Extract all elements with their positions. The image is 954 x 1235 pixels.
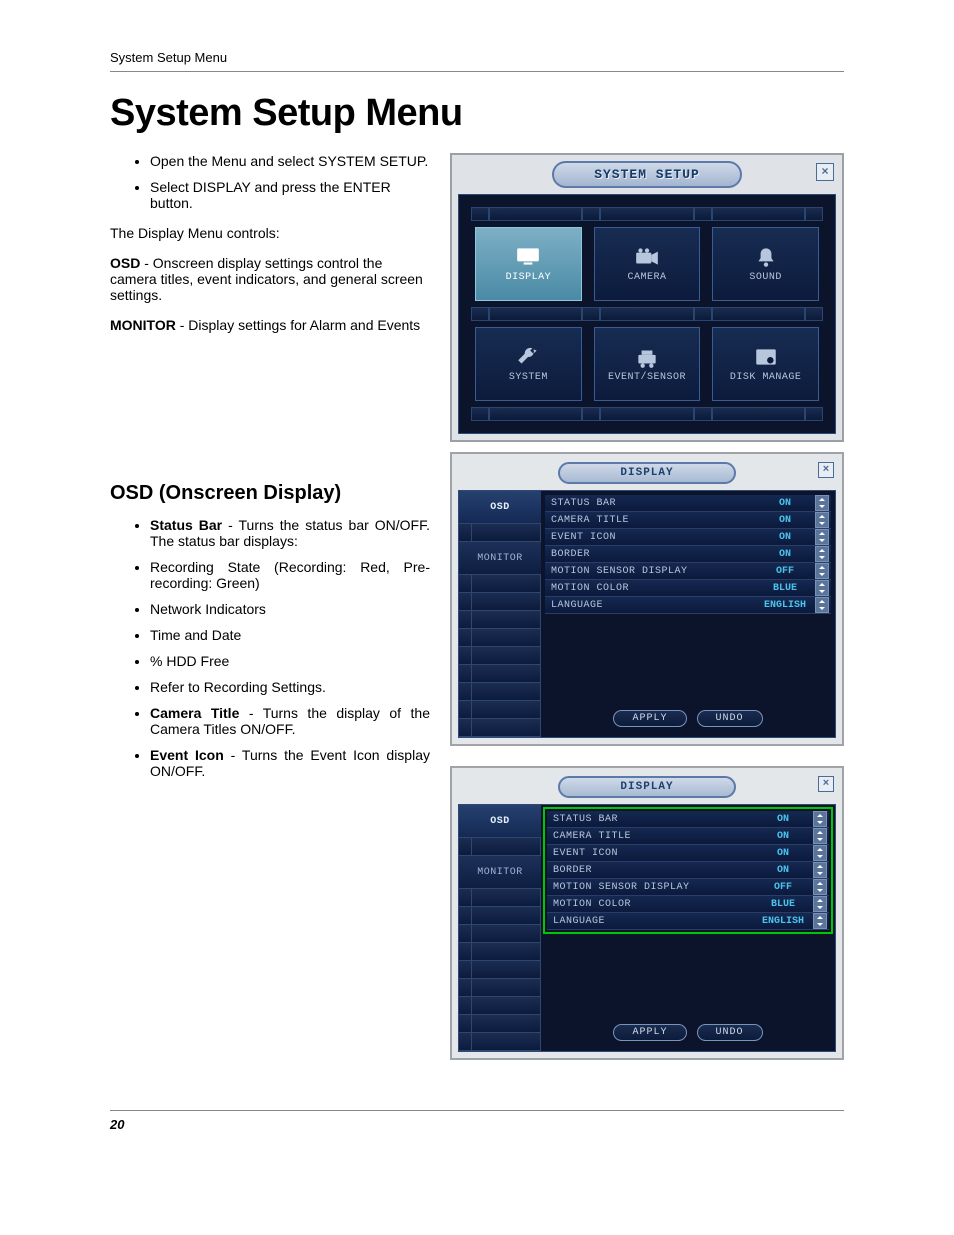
tile-label: SOUND: [749, 272, 782, 283]
tab-monitor[interactable]: MONITOR: [459, 856, 541, 889]
spinner-icon[interactable]: [813, 896, 827, 912]
opt-event-icon[interactable]: EVENT ICONON: [547, 845, 829, 862]
opt-event-icon[interactable]: EVENT ICONON: [545, 529, 831, 546]
tab-osd[interactable]: OSD: [459, 491, 541, 524]
disk-icon: [752, 346, 780, 368]
undo-button[interactable]: UNDO: [697, 1024, 763, 1041]
opt-language[interactable]: LANGUAGEENGLISH: [545, 597, 831, 614]
top-rule: [110, 71, 844, 72]
osd-b1: Status Bar - Turns the status bar ON/OFF…: [150, 517, 430, 549]
intro-bullet-2: Select DISPLAY and press the ENTER butto…: [150, 179, 430, 211]
display-panel-1: DISPLAY × OSD MONITOR: [450, 452, 844, 746]
spinner-icon[interactable]: [815, 529, 829, 545]
tile-label: DISK MANAGE: [730, 372, 802, 383]
display-icon: [514, 246, 542, 268]
options-list-highlighted: STATUS BARON CAMERA TITLEON EVENT ICONON…: [543, 807, 833, 934]
apply-button[interactable]: APPLY: [613, 710, 686, 727]
tile-display[interactable]: DISPLAY: [475, 227, 582, 301]
intro-p3: MONITOR - Display settings for Alarm and…: [110, 317, 430, 333]
close-icon[interactable]: ×: [818, 776, 834, 792]
opt-border[interactable]: BORDERON: [545, 546, 831, 563]
intro-p1: The Display Menu controls:: [110, 225, 430, 241]
system-setup-panel: SYSTEM SETUP × DISPLAY C: [450, 153, 844, 442]
spinner-icon[interactable]: [813, 811, 827, 827]
sensor-icon: [633, 346, 661, 368]
opt-camera-title[interactable]: CAMERA TITLEON: [545, 512, 831, 529]
tile-system[interactable]: SYSTEM: [475, 327, 582, 401]
undo-button[interactable]: UNDO: [697, 710, 763, 727]
opt-language[interactable]: LANGUAGEENGLISH: [547, 913, 829, 930]
opt-motion-color[interactable]: MOTION COLORBLUE: [547, 896, 829, 913]
display-panel-title: DISPLAY: [558, 776, 735, 798]
display-tabs: OSD MONITOR: [459, 805, 541, 1051]
intro-text: Open the Menu and select SYSTEM SETUP. S…: [110, 153, 430, 347]
osd-b8: Event Icon - Turns the Event Icon displa…: [150, 747, 430, 779]
opt-camera-title[interactable]: CAMERA TITLEON: [547, 828, 829, 845]
spinner-icon[interactable]: [813, 845, 827, 861]
bell-icon: [752, 246, 780, 268]
display-panel-title: DISPLAY: [558, 462, 735, 484]
tab-monitor[interactable]: MONITOR: [459, 542, 541, 575]
close-icon[interactable]: ×: [816, 163, 834, 181]
section-osd: OSD (Onscreen Display) Status Bar - Turn…: [110, 442, 844, 1080]
spinner-icon[interactable]: [815, 546, 829, 562]
bottom-rule: [110, 1110, 844, 1111]
opt-motion-color[interactable]: MOTION COLORBLUE: [545, 580, 831, 597]
display-panel-2: DISPLAY × OSD MONITOR: [450, 766, 844, 1060]
close-icon[interactable]: ×: [818, 462, 834, 478]
tile-label: DISPLAY: [506, 272, 552, 283]
opt-status-bar[interactable]: STATUS BARON: [547, 811, 829, 828]
spinner-icon[interactable]: [813, 828, 827, 844]
tile-label: SYSTEM: [509, 372, 548, 383]
camera-icon: [633, 246, 661, 268]
page: System Setup Menu System Setup Menu Open…: [0, 0, 954, 1172]
page-title: System Setup Menu: [110, 92, 844, 135]
spinner-icon[interactable]: [813, 879, 827, 895]
tile-sound[interactable]: SOUND: [712, 227, 819, 301]
page-number: 20: [110, 1117, 844, 1132]
osd-b7: Camera Title - Turns the display of the …: [150, 705, 430, 737]
tile-disk-manage[interactable]: DISK MANAGE: [712, 327, 819, 401]
spinner-icon[interactable]: [815, 563, 829, 579]
tab-osd[interactable]: OSD: [459, 805, 541, 838]
osd-b2: Recording State (Recording: Red, Pre-rec…: [150, 559, 430, 591]
osd-heading: OSD (Onscreen Display): [110, 482, 430, 505]
tile-camera[interactable]: CAMERA: [594, 227, 701, 301]
osd-b6: Refer to Recording Settings.: [150, 679, 430, 695]
spinner-icon[interactable]: [815, 495, 829, 511]
opt-motion-sensor[interactable]: MOTION SENSOR DISPLAYOFF: [545, 563, 831, 580]
wrench-icon: [514, 346, 542, 368]
apply-button[interactable]: APPLY: [613, 1024, 686, 1041]
opt-border[interactable]: BORDERON: [547, 862, 829, 879]
spinner-icon[interactable]: [815, 597, 829, 613]
system-setup-grid: DISPLAY CAMERA SOUND: [458, 194, 836, 434]
osd-b5: % HDD Free: [150, 653, 430, 669]
spinner-icon[interactable]: [815, 580, 829, 596]
section-intro: Open the Menu and select SYSTEM SETUP. S…: [110, 153, 844, 442]
tile-event-sensor[interactable]: EVENT/SENSOR: [594, 327, 701, 401]
system-setup-title: SYSTEM SETUP: [552, 161, 742, 188]
spinner-icon[interactable]: [813, 913, 827, 929]
display-tabs: OSD MONITOR: [459, 491, 541, 737]
opt-status-bar[interactable]: STATUS BARON: [545, 495, 831, 512]
intro-bullet-1: Open the Menu and select SYSTEM SETUP.: [150, 153, 430, 169]
spinner-icon[interactable]: [813, 862, 827, 878]
osd-b4: Time and Date: [150, 627, 430, 643]
tile-label: EVENT/SENSOR: [608, 372, 686, 383]
spinner-icon[interactable]: [815, 512, 829, 528]
intro-p2: OSD - Onscreen display settings control …: [110, 255, 430, 303]
osd-b3: Network Indicators: [150, 601, 430, 617]
options-list: STATUS BARON CAMERA TITLEON EVENT ICONON…: [543, 493, 833, 616]
opt-motion-sensor[interactable]: MOTION SENSOR DISPLAYOFF: [547, 879, 829, 896]
tile-label: CAMERA: [628, 272, 667, 283]
running-header: System Setup Menu: [110, 50, 844, 65]
